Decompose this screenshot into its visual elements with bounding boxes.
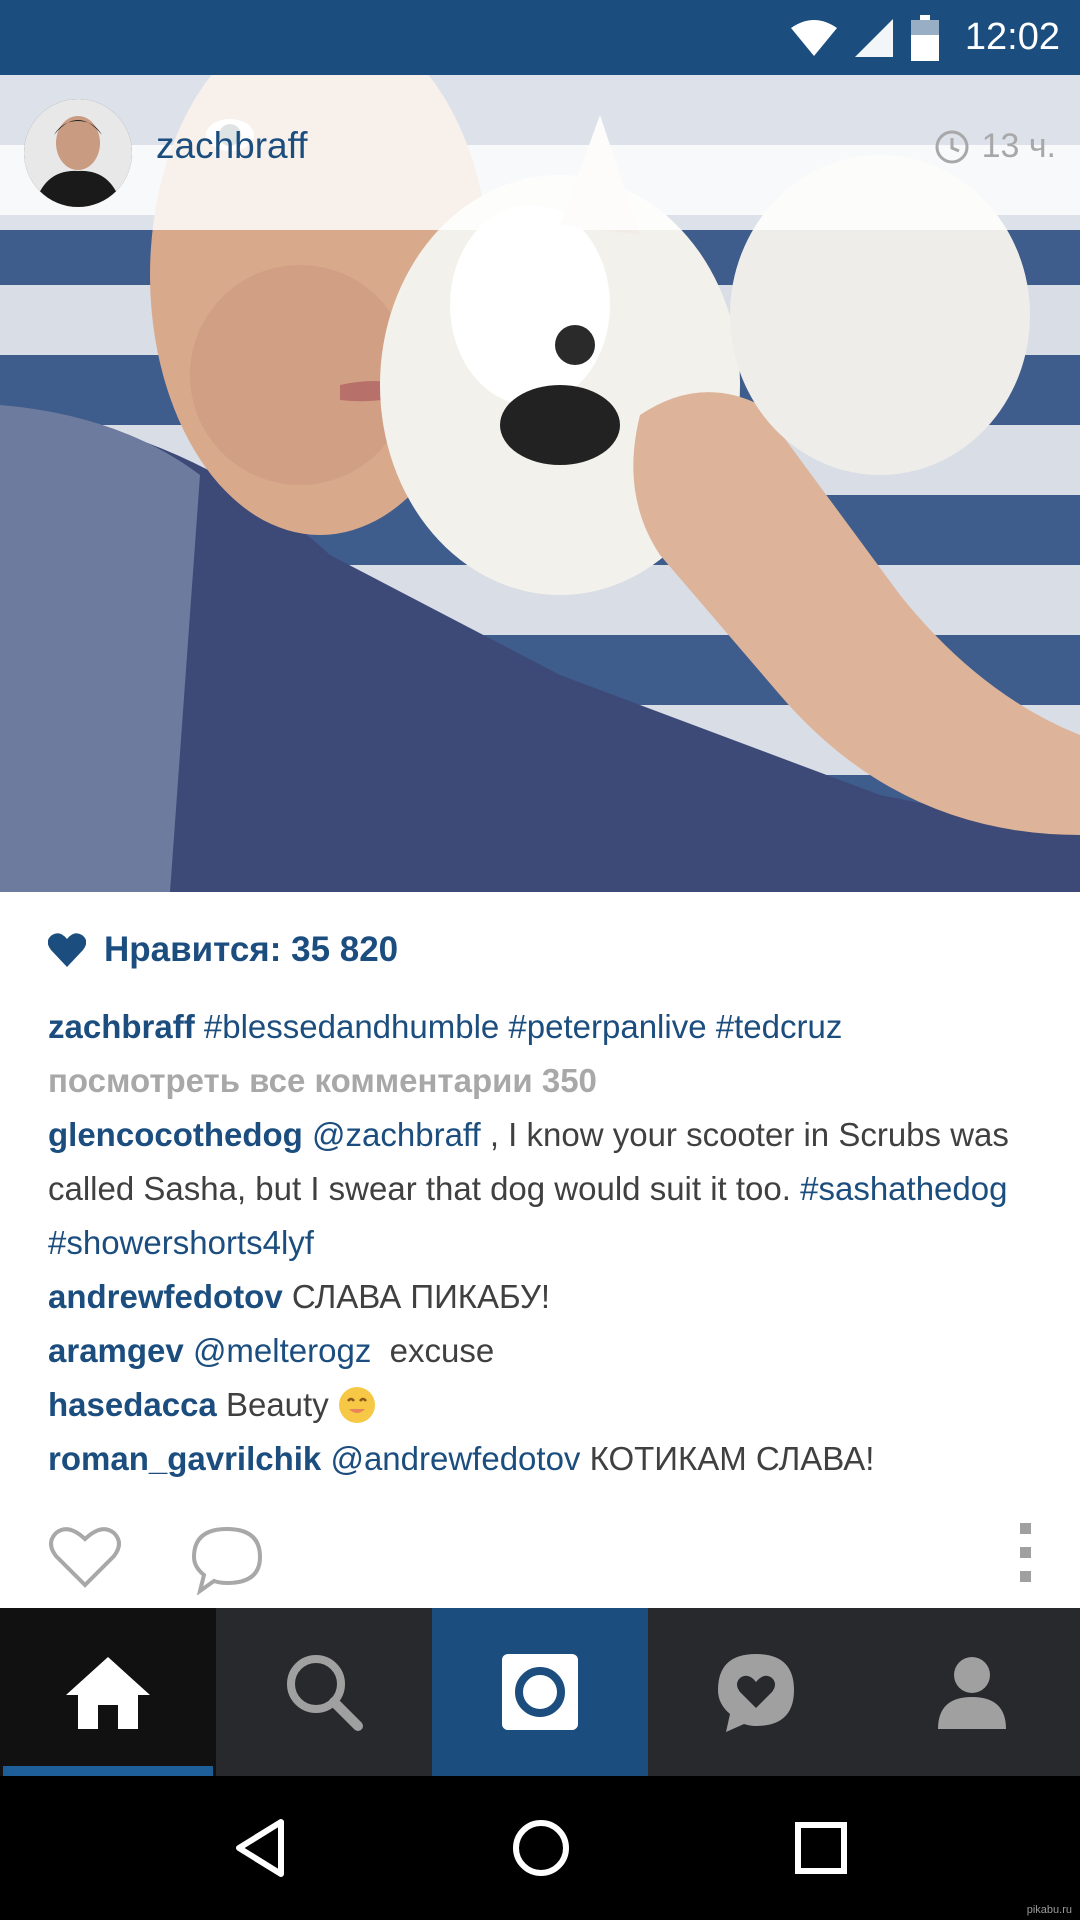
comments-section: zachbraff #blessedandhumble #peterpanliv…	[48, 1000, 1048, 1486]
comment-username[interactable]: hasedacca	[48, 1386, 217, 1423]
more-vertical-icon	[1019, 1571, 1031, 1582]
likes-row[interactable]: Нравится: 35 820	[48, 930, 398, 970]
comment-username[interactable]: aramgev	[48, 1332, 184, 1369]
comment-username[interactable]: andrewfedotov	[48, 1278, 283, 1315]
status-time: 12:02	[964, 16, 1060, 58]
bottom-tab-bar	[0, 1608, 1080, 1776]
comment-item: andrewfedotov СЛАВА ПИКАБУ!	[48, 1270, 1048, 1324]
camera-icon	[502, 1654, 578, 1730]
comment-mention[interactable]: @zachbraff	[312, 1116, 481, 1153]
search-icon	[287, 1655, 363, 1731]
like-button[interactable]	[48, 1525, 122, 1594]
comment-text: КОТИКАМ СЛАВА!	[580, 1440, 875, 1477]
status-bar: 12:02	[0, 0, 1080, 75]
comment-mention[interactable]: @melterogz	[193, 1332, 371, 1369]
wifi-icon	[790, 19, 837, 56]
home-circle-icon[interactable]	[512, 1819, 570, 1877]
comment-username[interactable]: zachbraff	[48, 1008, 195, 1045]
comment-username[interactable]: roman_gavrilchik	[48, 1440, 321, 1477]
recents-icon[interactable]	[795, 1822, 848, 1874]
battery-icon	[910, 14, 939, 61]
heart-outline-icon	[49, 1527, 121, 1588]
clock-icon	[935, 130, 969, 163]
post-timestamp: 13 ч.	[934, 127, 1056, 166]
tab-search[interactable]	[216, 1608, 432, 1776]
caption-hashtags[interactable]: #blessedandhumble #peterpanlive #tedcruz	[204, 1008, 842, 1045]
comment-item: hasedacca Beauty	[48, 1378, 1048, 1432]
comment-text: excuse	[371, 1332, 495, 1369]
tab-activity[interactable]	[648, 1608, 864, 1776]
watermark: pikabu.ru	[1026, 1904, 1072, 1916]
post-actions	[0, 1505, 1080, 1605]
comment-text: Beauty	[225, 1386, 329, 1423]
post-username[interactable]: zachbraff	[156, 125, 308, 167]
view-all-comments[interactable]: посмотреть все комментарии 350	[48, 1054, 1048, 1108]
status-icons: 12:02	[790, 0, 1060, 75]
comment-text: СЛАВА ПИКАБУ!	[291, 1278, 551, 1315]
likes-count[interactable]: Нравится: 35 820	[104, 930, 398, 970]
smile-emoji-icon	[338, 1387, 375, 1423]
avatar[interactable]	[24, 99, 132, 207]
view-all-comments-link[interactable]: посмотреть все комментарии 350	[48, 1062, 597, 1099]
caption: zachbraff #blessedandhumble #peterpanliv…	[48, 1000, 1048, 1054]
comment-button[interactable]	[190, 1525, 264, 1600]
tab-home[interactable]	[0, 1608, 216, 1776]
heart-filled-icon	[48, 933, 86, 967]
post-header: zachbraff 13 ч.	[0, 75, 1080, 230]
home-icon	[66, 1657, 150, 1729]
system-nav-bar	[0, 1776, 1080, 1920]
comment-bubble-icon	[191, 1526, 263, 1596]
avatar-image	[24, 99, 132, 207]
time-ago: 13 ч.	[981, 127, 1056, 165]
activity-heart-icon	[718, 1654, 794, 1732]
more-options-button[interactable]	[1010, 1523, 1040, 1582]
back-icon[interactable]	[233, 1818, 287, 1878]
comment-mention[interactable]: @andrewfedotov	[330, 1440, 580, 1477]
profile-icon	[938, 1657, 1006, 1729]
comment-item: glencocothedog @zachbraff , I know your …	[48, 1108, 1048, 1270]
signal-icon	[854, 18, 893, 57]
more-vertical-icon	[1019, 1547, 1031, 1558]
comment-username[interactable]: glencocothedog	[48, 1116, 303, 1153]
comment-item: aramgev @melterogz excuse	[48, 1324, 1048, 1378]
tab-camera[interactable]	[432, 1608, 648, 1776]
more-vertical-icon	[1019, 1523, 1031, 1534]
comment-item: roman_gavrilchik @andrewfedotov КОТИКАМ …	[48, 1432, 1048, 1486]
tab-profile[interactable]	[864, 1608, 1080, 1776]
